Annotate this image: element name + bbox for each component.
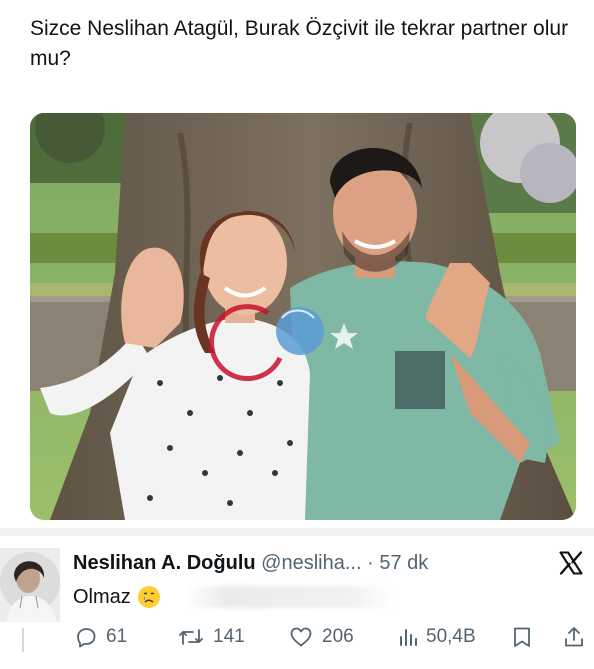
- reply-icon: [77, 628, 96, 648]
- heart-icon: [290, 627, 312, 647]
- action-bar: 61 141 206 50,4B: [74, 622, 590, 652]
- reply-count: 61: [106, 626, 128, 647]
- like-button[interactable]: 206: [288, 622, 354, 652]
- separator-dot: ·: [367, 552, 374, 574]
- timestamp[interactable]: 57 dk: [379, 552, 428, 574]
- reply-text: Olmaz: [73, 586, 131, 608]
- post-text: Sizce Neslihan Atagül, Burak Özçivit ile…: [30, 17, 569, 70]
- bookmark-button[interactable]: [511, 622, 533, 652]
- views-icon: [400, 629, 417, 646]
- display-name[interactable]: Neslihan A. Doğulu: [73, 552, 256, 574]
- repost-count: 141: [213, 626, 245, 647]
- bookmark-icon: [514, 627, 530, 647]
- post-card: Sizce Neslihan Atagül, Burak Özçivit ile…: [0, 0, 594, 528]
- thread-line: [22, 628, 24, 652]
- post-photo[interactable]: [30, 113, 576, 520]
- reply-header: Neslihan A. Doğulu @nesliha... · 57 dk: [73, 549, 543, 577]
- blurred-overlay: [185, 586, 395, 608]
- views-count: 50,4B: [426, 626, 476, 647]
- crying-face-emoji-icon: [137, 585, 161, 609]
- repost-icon: [179, 629, 203, 645]
- share-button[interactable]: [562, 622, 586, 652]
- views-button[interactable]: 50,4B: [398, 622, 476, 652]
- reply-body: Olmaz: [73, 583, 161, 611]
- share-icon: [565, 627, 583, 647]
- user-handle[interactable]: @nesliha...: [261, 552, 361, 574]
- avatar-image: [0, 548, 60, 622]
- reply-button[interactable]: 61: [74, 622, 127, 652]
- like-count: 206: [322, 626, 354, 647]
- photo-illustration: [30, 113, 576, 520]
- x-logo-icon: [557, 549, 585, 577]
- avatar[interactable]: [0, 548, 60, 622]
- repost-button[interactable]: 141: [177, 622, 245, 652]
